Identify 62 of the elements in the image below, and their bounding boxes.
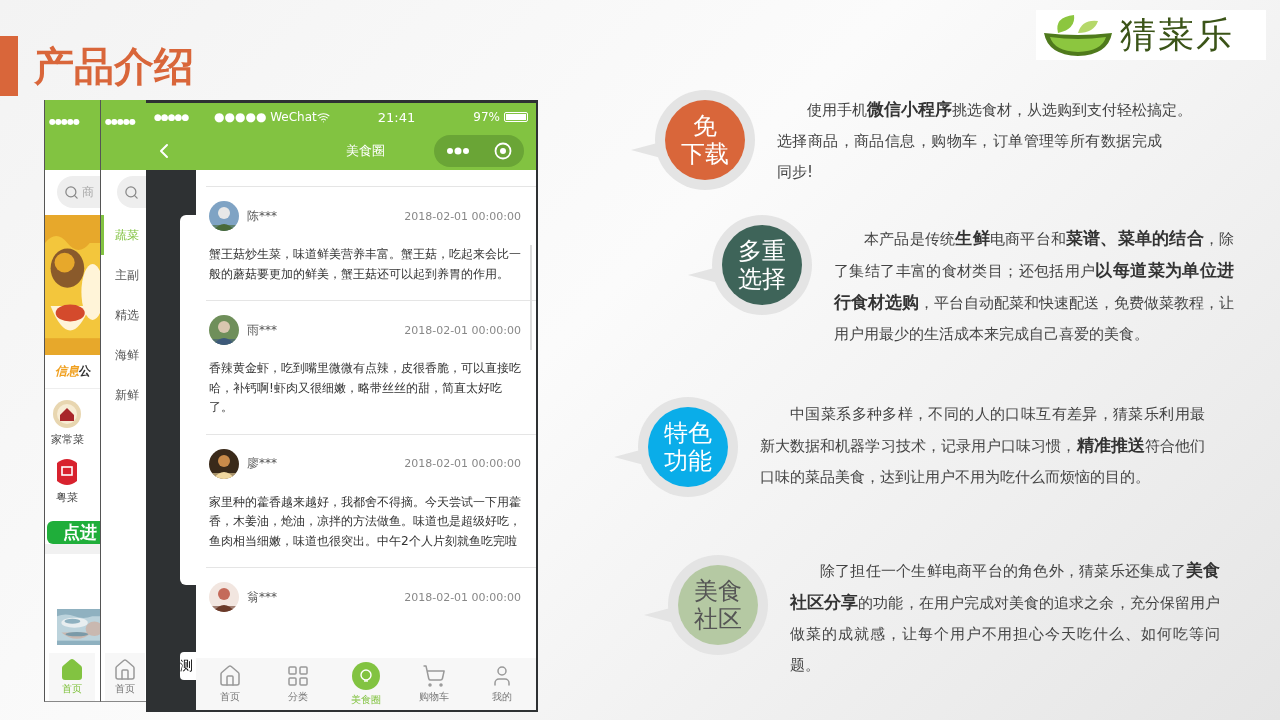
feature-badge: 特色 功能 [648,407,728,487]
post-text: 蟹王菇炒生菜，味道鲜美营养丰富。蟹王菇，吃起来会比一般的蘑菇要更加的鲜美，蟹王菇还可以起到养胃的作用。 [209,246,521,283]
label-text: 测 [180,652,196,680]
post-date: 2018-02-01 00:00:00 [404,457,521,470]
clock-text: 21:41 [377,109,416,125]
tab[interactable]: 首页 [196,658,264,710]
post-date: 2018-02-01 00:00:00 [404,209,521,223]
home-icon [218,664,242,688]
capsule-menu[interactable] [434,134,524,167]
bulb-icon [351,661,381,691]
feature-description: 本产品是传统生鲜电商平台和菜谱、菜单的结合，除了集结了丰富的食材类目；还包括用户以每道菜为单位进行食材选购，平台自动配菜和快速配送，免费做菜教程，让用户用最少的生活成本来完成自己喜爱的美食。 [834,227,1234,345]
feature-badge: 免 下载 [665,100,745,180]
target-icon [494,141,512,160]
category-menu-item[interactable]: 海鲜 [101,335,146,375]
feature-badge: 多重 选择 [722,225,802,305]
search-icon [124,184,139,200]
section-gap [45,544,100,554]
status-dots: ●●●●● [154,112,190,122]
tab[interactable]: 首页 [105,653,145,701]
carrier-text: ●●●●● WeChat [214,110,317,124]
post-text: 香辣黄金虾，吃到嘴里微微有点辣，皮很香脆，可以直接吃哈，补钙啊!虾肉又很细嫩，略带丝丝的甜，简直太好吃了。 [209,360,521,416]
page-title: 美食圈 [346,141,385,160]
battery-text: 97% [473,110,500,124]
user-name: 雨*** [247,321,277,339]
battery-icon [504,112,528,122]
status-dots: ●●●●● [105,117,135,126]
title-bar [0,36,18,96]
slide-title: 产品介绍 [34,42,194,91]
post-date: 2018-02-01 00:00:00 [404,590,521,604]
notice-text: 公 [79,363,91,380]
user-name: 陈*** [247,207,277,225]
user-name: 翁*** [247,588,277,606]
category-menu-item[interactable]: 新鲜 [101,375,146,415]
feature-description: 中国菜系多种多样，不同的人的口味互有差异，猜菜乐利用最新大数据和机器学习技术，记录用户口味习惯，精准推送符合他们口味的菜品美食，达到让用户不用为吃什么而烦恼的目的。 [760,404,1205,488]
enter-button[interactable]: 点进 [47,521,100,544]
house-icon [52,399,82,429]
category-menu-item[interactable]: 精选 [101,295,146,335]
tab[interactable]: 分类 [264,658,332,710]
category-label[interactable]: 粤菜 [56,490,78,505]
logo-text: 猜菜乐 [1120,12,1234,57]
seal-icon [54,457,80,487]
search-icon [64,184,79,200]
notice-tag: 信息 [55,363,79,380]
search-field[interactable] [117,176,146,208]
category-menu-item[interactable]: 主副 [101,255,146,295]
home-icon [60,658,84,682]
wifi-icon [316,110,330,124]
feature-badge: 美食 社区 [678,565,758,645]
feature-description: 除了担任一个生鲜电商平台的角色外，猜菜乐还集成了美食社区分享的功能，在用户完成对美食的追求之余，充分保留用户做菜的成就感，让每个用户不用担心今天吃什么、如何吃等问题。 [790,559,1220,676]
tab[interactable]: 我的 [468,658,536,710]
status-dots: ●●●●● [49,117,79,126]
tab[interactable]: 购物车 [400,658,468,710]
cart-icon [422,664,446,688]
home-icon [113,658,137,682]
post-date: 2018-02-01 00:00:00 [404,323,521,337]
more-icon [446,146,470,155]
category-label[interactable]: 家常菜 [50,432,84,447]
post-text: 家里种的藿香越来越好，我都舍不得摘。今天尝试一下用藿香，木姜油，炝油，凉拌的方法做鱼。味道也是超级好吃，鱼肉相当细嫩，味道也很突出。中午2个人片刻就鱼吃完啦 [209,493,521,550]
feature-description: 使用手机微信小程序挑选食材，从选购到支付轻松搞定。 [806,98,1193,121]
grid-icon [286,664,310,688]
feature-description: 选择商品，商品信息，购物车，订单管理等所有数据完成同步! [777,131,1162,183]
user-name: 廖*** [247,455,277,472]
